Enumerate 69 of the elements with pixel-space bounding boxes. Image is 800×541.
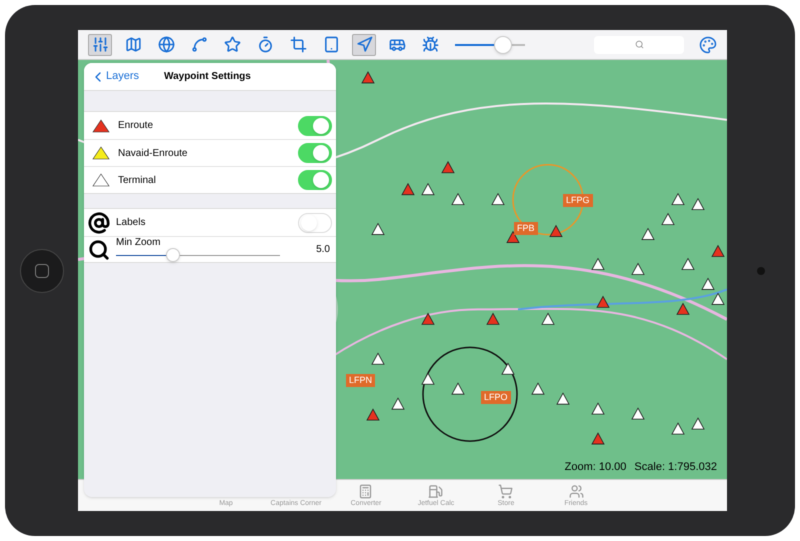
- waypoint-triangle: [421, 312, 435, 325]
- waypoint-triangle: [391, 397, 405, 410]
- waypoint-triangle: [596, 296, 610, 308]
- waypoint-triangle: [681, 258, 695, 270]
- waypoint-triangle: [631, 407, 645, 420]
- search-icon: [634, 40, 644, 49]
- layer-label: Terminal: [118, 174, 157, 188]
- min-zoom-label: Min Zoom: [116, 237, 162, 248]
- waypoint-triangle: [441, 160, 455, 174]
- search-field[interactable]: [594, 36, 684, 54]
- waypoint-triangle: [549, 224, 563, 237]
- waypoint-triangle: [541, 312, 555, 325]
- min-zoom-slider[interactable]: [116, 248, 280, 262]
- airport-label[interactable]: LFPO: [481, 391, 511, 404]
- toggle-switch[interactable]: [298, 212, 332, 232]
- min-zoom-value: 5.0: [316, 243, 330, 257]
- waypoint-triangle: [641, 228, 655, 240]
- palette-icon[interactable]: [699, 36, 717, 54]
- waypoint-triangle: [486, 312, 500, 325]
- waypoint-triangle: [371, 222, 385, 235]
- panel-title: Waypoint Settings: [164, 70, 251, 84]
- airport-label[interactable]: LFPN: [346, 374, 376, 387]
- home-button[interactable]: [20, 248, 64, 292]
- waypoint-triangle: [691, 417, 705, 430]
- waypoint-triangle: [591, 402, 605, 415]
- camera-icon: [757, 266, 765, 274]
- scale-readout: Scale: 1:795.032: [634, 460, 717, 474]
- waypoint-triangle: [671, 192, 685, 206]
- layer-label: Enroute: [118, 119, 154, 133]
- fuel-pump-icon: [428, 484, 444, 498]
- waypoint-triangle: [691, 198, 705, 210]
- layer-label: Navaid-Enroute: [118, 146, 188, 160]
- waypoint-triangle: [661, 212, 675, 225]
- waypoint-triangle: [591, 258, 605, 270]
- waypoint-triangle: [501, 362, 515, 375]
- waypoint-triangle: [631, 262, 645, 275]
- waypoint-triangle: [451, 192, 465, 206]
- airport-label[interactable]: FPB: [514, 222, 538, 235]
- search-icon: [88, 238, 110, 260]
- labels-label: Labels: [116, 216, 146, 230]
- waypoint-triangle: [701, 278, 715, 290]
- waypoint-triangle: [491, 192, 505, 206]
- waypoint-triangle: [366, 408, 380, 421]
- waypoint-triangle: [421, 372, 435, 385]
- sliders-icon[interactable]: [88, 34, 112, 56]
- zoom-readout: Zoom: 10.00: [564, 460, 626, 474]
- people-icon: [568, 484, 584, 498]
- slider[interactable]: [455, 36, 525, 54]
- toggle-switch[interactable]: [298, 116, 332, 136]
- toggle-switch[interactable]: [298, 170, 332, 190]
- cart-icon: [498, 484, 514, 498]
- back-button[interactable]: Layers: [90, 68, 164, 85]
- waypoint-triangle: [591, 432, 605, 444]
- waypoint-triangle: [401, 182, 415, 196]
- waypoint-triangle: [671, 422, 685, 434]
- toggle-switch[interactable]: [298, 143, 332, 163]
- waypoint-triangle: [711, 244, 725, 257]
- waypoint-triangle: [421, 182, 435, 196]
- waypoint-triangle: [676, 302, 690, 315]
- waypoint-triangle: [556, 392, 570, 405]
- calculator-icon: [358, 484, 374, 498]
- waypoint-triangle: [531, 382, 545, 395]
- waypoint-triangle: [506, 230, 520, 243]
- airport-label[interactable]: LFPG: [563, 194, 593, 207]
- waypoint-triangle: [361, 71, 375, 84]
- at-sign-icon: [88, 212, 110, 234]
- waypoint-triangle: [451, 382, 465, 395]
- waypoint-triangle: [371, 352, 385, 365]
- waypoint-triangle: [711, 292, 725, 305]
